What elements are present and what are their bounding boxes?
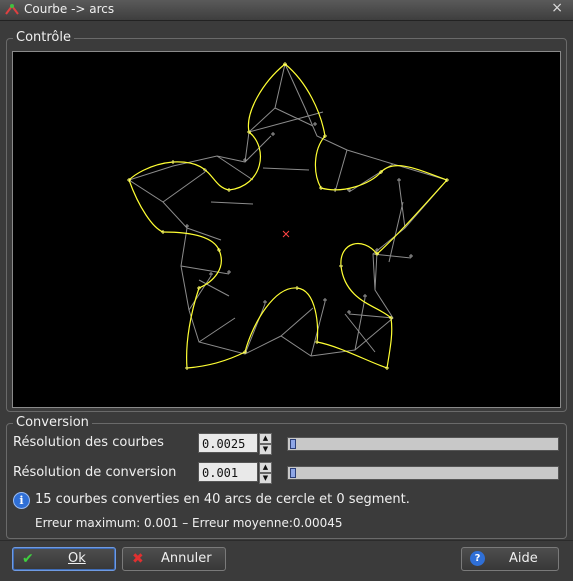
construction-lines xyxy=(127,63,448,357)
aide-button-label: Aide xyxy=(509,551,538,566)
error-stats-text: Erreur maximum: 0.001 – Erreur moyenne:0… xyxy=(35,516,343,530)
ok-button[interactable]: ✔ Ok xyxy=(12,547,116,571)
resolution-conversion-label: Résolution de conversion xyxy=(13,465,177,480)
slider-handle[interactable] xyxy=(290,439,296,449)
annuler-button-label: Annuler xyxy=(161,551,212,566)
resolution-courbes-label: Résolution des courbes xyxy=(13,435,164,450)
button-separator xyxy=(0,540,573,541)
preview-canvas[interactable] xyxy=(12,51,561,408)
spin-up-icon[interactable]: ▲ xyxy=(259,462,272,473)
resolution-conversion-slider[interactable] xyxy=(287,466,559,480)
resolution-conversion-field[interactable]: 0.001 xyxy=(198,462,258,482)
center-marker xyxy=(282,230,290,238)
spin-down-icon[interactable]: ▼ xyxy=(259,473,272,484)
conversion-label: Conversion xyxy=(13,415,92,430)
resolution-courbes-slider[interactable] xyxy=(287,437,559,451)
spin-down-icon[interactable]: ▼ xyxy=(259,444,272,455)
check-icon: ✔ xyxy=(22,551,34,567)
conversion-info-text: 15 courbes converties en 40 arcs de cerc… xyxy=(35,492,410,507)
help-icon: ? xyxy=(470,551,485,566)
title-bar: Courbe -> arcs × xyxy=(0,0,573,21)
app-icon xyxy=(5,4,19,15)
resolution-conversion-spinbox[interactable]: 0.001 ▲ ▼ xyxy=(198,462,272,484)
slider-handle[interactable] xyxy=(290,468,296,478)
aide-button[interactable]: ? Aide xyxy=(461,547,559,571)
resolution-courbes-spinbox[interactable]: 0.0025 ▲ ▼ xyxy=(198,433,272,455)
spin-up-icon[interactable]: ▲ xyxy=(259,433,272,444)
controle-label: Contrôle xyxy=(13,30,74,45)
info-icon: i xyxy=(13,492,30,509)
window-title: Courbe -> arcs xyxy=(24,2,115,16)
cross-icon: ✖ xyxy=(132,551,144,567)
annuler-button[interactable]: ✖ Annuler xyxy=(122,547,226,571)
ok-button-label: Ok xyxy=(68,551,86,566)
close-icon[interactable]: × xyxy=(551,0,563,16)
curve-preview xyxy=(127,62,449,370)
control-points xyxy=(185,122,413,314)
resolution-courbes-field[interactable]: 0.0025 xyxy=(198,433,258,453)
